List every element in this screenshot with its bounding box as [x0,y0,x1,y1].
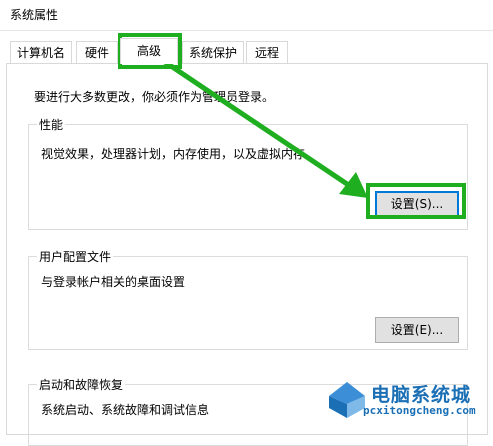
annotation-arrow [162,59,368,198]
watermark-url: pcxitongcheng.com [363,404,476,417]
watermark-title: 电脑系统城 [371,384,472,406]
tab-advanced[interactable]: 高级 [120,38,178,64]
watermark: 电脑系统城 pcxitongcheng.com [329,380,489,420]
